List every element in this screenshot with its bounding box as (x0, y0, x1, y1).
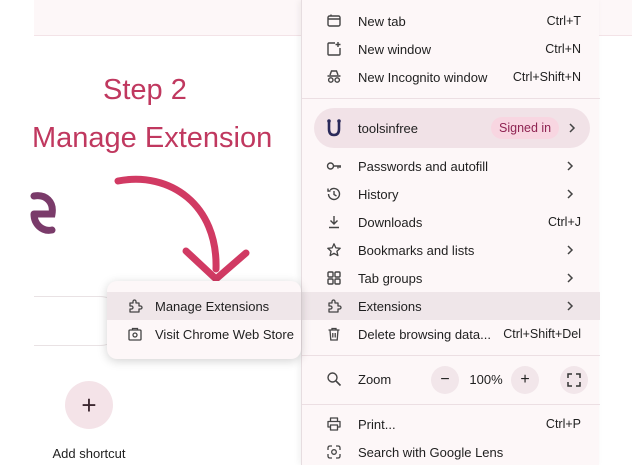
chevron-right-icon (567, 273, 574, 283)
menu-item-label: New tab (358, 13, 406, 29)
menu-item-label: Extensions (358, 298, 422, 314)
minus-icon: − (440, 371, 450, 388)
step-subtitle: Manage Extension (32, 122, 273, 154)
menu-item-extensions[interactable]: Extensions (302, 292, 600, 320)
shortcut-text: Ctrl+P (545, 417, 581, 431)
logo-fragment (30, 192, 56, 234)
plus-icon: + (520, 371, 530, 388)
shortcut-text: Ctrl+Shift+N (512, 70, 581, 84)
menu-item-label: Search with Google Lens (358, 444, 504, 460)
web-store-icon (127, 326, 143, 342)
fullscreen-icon (567, 373, 581, 387)
add-shortcut-button[interactable]: + (65, 381, 113, 429)
profile-name: toolsinfree (358, 121, 418, 136)
step-title: Step 2 (103, 74, 187, 106)
menu-item-label: Tab groups (358, 270, 423, 286)
print-icon (326, 416, 342, 432)
menu-item-label: History (358, 186, 399, 202)
menu-item-label: New Incognito window (358, 69, 488, 85)
menu-separator (302, 355, 600, 356)
submenu-item-chrome-web-store[interactable]: Visit Chrome Web Store (107, 320, 301, 348)
tab-groups-icon (326, 270, 342, 286)
new-window-icon (326, 41, 342, 57)
menu-item-label: New window (358, 41, 431, 57)
trash-icon (326, 326, 342, 342)
signed-in-badge: Signed in (491, 117, 560, 139)
submenu-item-label: Manage Extensions (155, 298, 270, 314)
chevron-right-icon (567, 301, 574, 311)
menu-item-delete-browsing-data[interactable]: Delete browsing data... Ctrl+Shift+Del (302, 320, 600, 348)
menu-item-google-lens[interactable]: Search with Google Lens (302, 438, 600, 465)
menu-item-bookmarks[interactable]: Bookmarks and lists (302, 236, 600, 264)
chevron-right-icon (569, 123, 576, 133)
zoom-icon (327, 372, 342, 387)
zoom-in-button[interactable]: + (511, 366, 539, 394)
menu-item-label: Passwords and autofill (358, 158, 489, 174)
extensions-submenu: Manage Extensions Visit Chrome Web Store (107, 281, 301, 359)
new-tab-icon (326, 13, 342, 29)
menu-item-label: Print... (358, 416, 396, 432)
profile-row[interactable]: toolsinfree Signed in (314, 108, 590, 148)
shortcut-text: Ctrl+T (546, 14, 581, 28)
extensions-icon (326, 298, 342, 314)
download-icon (326, 214, 342, 230)
key-icon (326, 158, 342, 174)
menu-item-tab-groups[interactable]: Tab groups (302, 264, 600, 292)
zoom-out-button[interactable]: − (431, 366, 459, 394)
zoom-label: Zoom (358, 372, 392, 387)
left-gutter (0, 0, 34, 465)
extensions-icon (127, 298, 143, 314)
shortcut-text: Ctrl+N (545, 42, 581, 56)
fullscreen-button[interactable] (560, 366, 588, 394)
lens-icon (326, 444, 342, 460)
menu-item-downloads[interactable]: Downloads Ctrl+J (302, 208, 600, 236)
shortcut-text: Ctrl+Shift+Del (503, 327, 581, 341)
menu-separator (302, 404, 600, 405)
zoom-value: 100% (469, 372, 503, 387)
menu-item-new-incognito[interactable]: New Incognito window Ctrl+Shift+N (302, 63, 600, 91)
add-shortcut-label: Add shortcut (52, 446, 126, 461)
submenu-item-label: Visit Chrome Web Store (155, 326, 294, 342)
history-icon (326, 186, 342, 202)
incognito-icon (326, 69, 342, 85)
menu-item-new-window[interactable]: New window Ctrl+N (302, 35, 600, 63)
chevron-right-icon (567, 189, 574, 199)
menu-item-label: Delete browsing data... (358, 326, 491, 342)
plus-icon: + (81, 389, 97, 420)
chevron-right-icon (567, 245, 574, 255)
menu-item-print[interactable]: Print... Ctrl+P (302, 410, 600, 438)
menu-item-new-tab[interactable]: New tab Ctrl+T (302, 7, 600, 35)
shortcut-text: Ctrl+J (548, 215, 581, 229)
annotation-arrow (114, 175, 250, 283)
chrome-main-menu: New tab Ctrl+T New window Ctrl+N New Inc… (301, 0, 600, 465)
menu-item-label: Downloads (358, 214, 423, 230)
menu-separator (302, 98, 600, 99)
profile-avatar-icon (327, 119, 341, 137)
chevron-right-icon (567, 161, 574, 171)
menu-item-passwords[interactable]: Passwords and autofill (302, 152, 600, 180)
menu-item-label: Bookmarks and lists (358, 242, 475, 258)
submenu-item-manage-extensions[interactable]: Manage Extensions (107, 292, 301, 320)
star-icon (326, 242, 342, 258)
menu-item-history[interactable]: History (302, 180, 600, 208)
